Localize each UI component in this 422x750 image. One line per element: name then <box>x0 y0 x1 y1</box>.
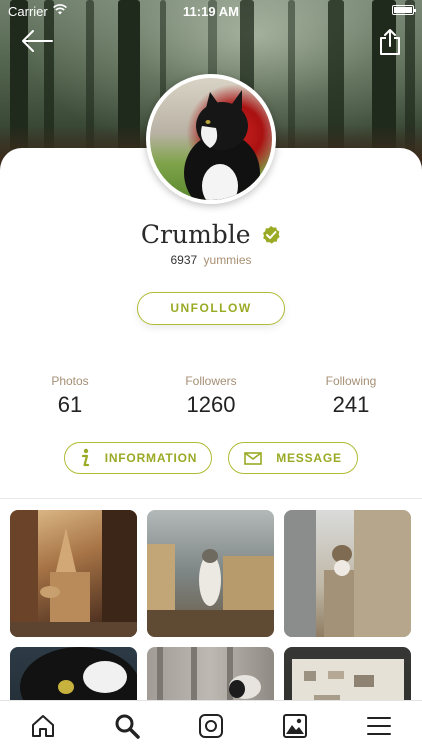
arrow-left-icon <box>22 30 53 52</box>
tab-bar <box>0 700 422 750</box>
profile-name-row: Crumble <box>0 220 422 249</box>
tab-camera[interactable] <box>198 713 224 739</box>
information-label: INFORMATION <box>104 451 198 465</box>
stat-photos[interactable]: Photos 61 <box>0 374 140 418</box>
instagram-icon <box>199 714 223 738</box>
tab-search[interactable] <box>114 713 140 739</box>
stat-value: 241 <box>332 392 370 417</box>
tab-home[interactable] <box>30 713 56 739</box>
gallery-icon <box>283 714 307 738</box>
message-label: MESSAGE <box>276 451 342 465</box>
stat-value: 1260 <box>186 392 236 417</box>
message-button[interactable]: MESSAGE <box>228 442 358 474</box>
divider <box>0 498 422 499</box>
battery-icon <box>392 5 416 15</box>
verified-badge-icon <box>261 225 281 245</box>
tab-menu[interactable] <box>366 713 392 739</box>
photo-thumbnail[interactable] <box>147 510 274 637</box>
stat-label: Following <box>325 374 377 388</box>
clock: 11:19 AM <box>183 4 239 19</box>
photo-thumbnail[interactable] <box>147 647 274 700</box>
photo-thumbnail[interactable] <box>284 647 411 700</box>
back-button[interactable] <box>20 28 54 54</box>
avatar[interactable] <box>146 74 276 204</box>
stat-label: Followers <box>185 374 237 388</box>
envelope-icon <box>244 451 262 465</box>
stat-label: Photos <box>51 374 89 388</box>
unfollow-button[interactable]: UNFOLLOW <box>137 292 285 325</box>
search-icon <box>115 714 140 739</box>
photo-thumbnail[interactable] <box>284 510 411 637</box>
photo-thumbnail[interactable] <box>10 647 137 700</box>
yummies-label: yummies <box>203 253 252 267</box>
photo-thumbnail[interactable] <box>10 510 137 637</box>
home-icon <box>32 715 54 737</box>
stat-value: 61 <box>57 392 83 417</box>
yummies-value: 6937 <box>170 253 198 267</box>
stat-following[interactable]: Following 241 <box>281 374 421 418</box>
menu-icon <box>367 717 391 735</box>
share-button[interactable] <box>378 28 402 56</box>
information-button[interactable]: INFORMATION <box>64 442 212 474</box>
tab-gallery[interactable] <box>282 713 308 739</box>
stat-followers[interactable]: Followers 1260 <box>141 374 281 418</box>
status-bar: Carrier 11:19 AM <box>0 0 422 22</box>
photo-grid <box>10 510 412 700</box>
share-icon <box>380 29 400 55</box>
profile-name: Crumble <box>140 220 251 249</box>
yummies-count: 6937 yummies <box>0 253 422 267</box>
info-icon <box>79 448 91 468</box>
